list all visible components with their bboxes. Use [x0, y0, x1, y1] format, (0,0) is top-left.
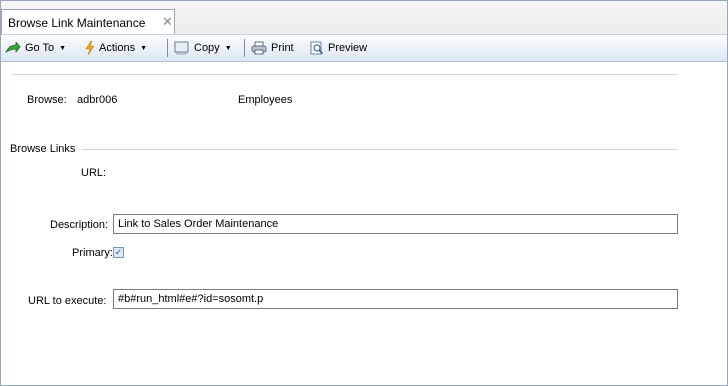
toolbar-separator: [244, 39, 245, 57]
tab-title: Browse Link Maintenance: [8, 16, 146, 30]
preview-button[interactable]: Preview: [310, 39, 367, 57]
printer-icon: [251, 41, 267, 55]
copy-button[interactable]: Copy ▼: [174, 39, 232, 57]
lightning-icon: [85, 41, 95, 55]
toolbar-separator: [167, 39, 168, 57]
chevron-down-icon: ▼: [59, 44, 67, 52]
goto-button[interactable]: Go To ▼: [5, 39, 66, 57]
preview-icon: [310, 41, 324, 55]
url-execute-field[interactable]: [113, 289, 678, 309]
description-field[interactable]: [113, 214, 678, 234]
chevron-down-icon: ▼: [224, 44, 232, 52]
goto-arrow-icon: [5, 42, 21, 54]
print-label: Print: [271, 42, 294, 54]
section-title: Browse Links: [10, 143, 76, 155]
url-label: URL:: [81, 167, 107, 179]
primary-label: Primary:: [72, 247, 113, 259]
section-divider: [81, 149, 678, 150]
primary-checkbox[interactable]: ✓: [113, 247, 124, 258]
description-label: Description:: [50, 219, 109, 231]
close-icon[interactable]: ✕: [162, 14, 173, 30]
actions-label: Actions: [99, 42, 136, 54]
browse-code-value: adbr006: [77, 94, 118, 106]
browse-label: Browse:: [27, 94, 67, 106]
browse-description-value: Employees: [238, 94, 293, 106]
preview-label: Preview: [328, 42, 368, 54]
actions-button[interactable]: Actions ▼: [85, 39, 147, 57]
tab-browse-link-maintenance[interactable]: Browse Link Maintenance ✕: [1, 9, 175, 34]
top-divider: [12, 74, 678, 75]
copy-label: Copy: [194, 42, 220, 54]
copy-icon: [174, 41, 189, 55]
url-execute-label: URL to execute:: [28, 295, 107, 307]
print-button[interactable]: Print: [251, 39, 294, 57]
tab-strip: Browse Link Maintenance ✕: [1, 1, 727, 35]
window-frame: Browse Link Maintenance ✕ Go To ▼ Action…: [0, 0, 728, 386]
chevron-down-icon: ▼: [140, 44, 148, 52]
toolbar: Go To ▼ Actions ▼ Copy ▼ Print Preview: [1, 35, 727, 62]
goto-label: Go To: [25, 42, 55, 54]
checkmark-icon: ✓: [114, 247, 123, 257]
